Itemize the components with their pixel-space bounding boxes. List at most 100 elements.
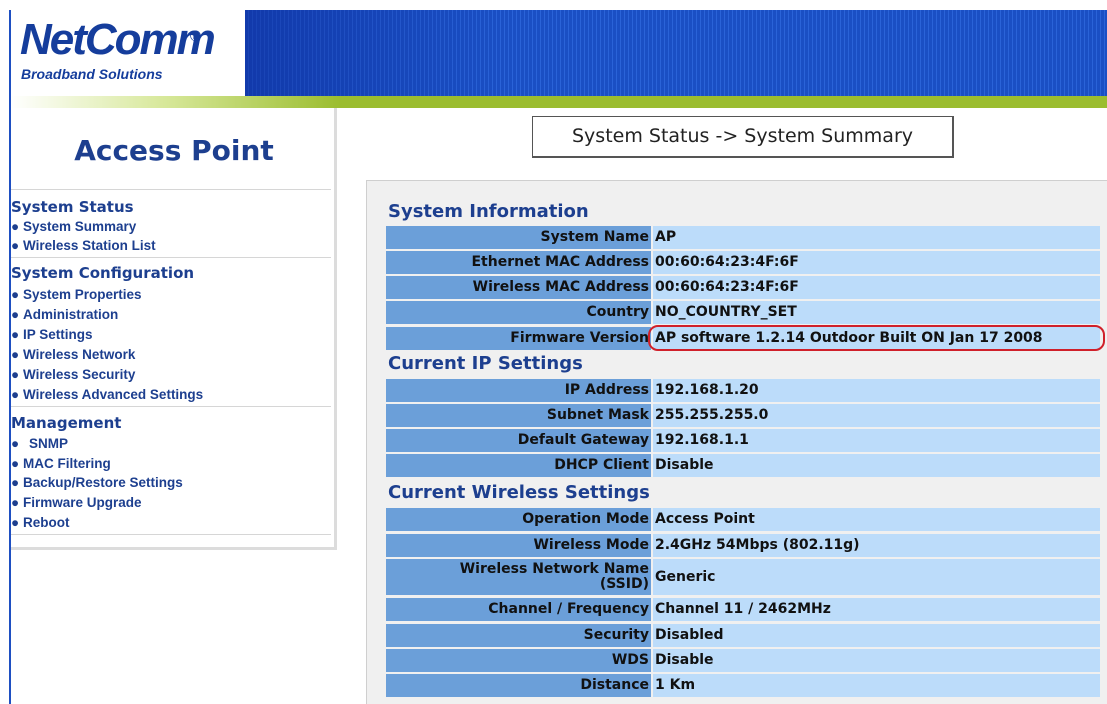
row-label: Wireless Network Name (SSID) bbox=[386, 559, 651, 595]
table-row: WDS Disable bbox=[386, 649, 1100, 672]
row-value: 00:60:64:23:4F:6F bbox=[653, 276, 1100, 299]
row-value: NO_COUNTRY_SET bbox=[653, 301, 1100, 324]
sidebar-item-wireless-advanced-settings[interactable]: ● Wireless Advanced Settings bbox=[11, 387, 203, 402]
row-value: Channel 11 / 2462MHz bbox=[653, 598, 1100, 621]
table-row: Channel / Frequency Channel 11 / 2462MHz bbox=[386, 598, 1100, 621]
row-label: Security bbox=[386, 624, 651, 647]
sidebar-item-label: Backup/Restore Settings bbox=[23, 475, 183, 490]
sidebar-item-reboot[interactable]: ● Reboot bbox=[11, 515, 70, 530]
sidebar-item-ip-settings[interactable]: ● IP Settings bbox=[11, 327, 93, 342]
sidebar-item-label: SNMP bbox=[29, 436, 69, 451]
row-label: Country bbox=[386, 301, 651, 324]
section-title-ip-settings: Current IP Settings bbox=[388, 353, 583, 374]
registered-mark: ® bbox=[190, 28, 202, 45]
sidebar-item-label: MAC Filtering bbox=[23, 456, 111, 471]
sidebar-item-wireless-network[interactable]: ● Wireless Network bbox=[11, 347, 135, 362]
bullet-icon: ● bbox=[11, 238, 20, 253]
sidebar-title: Access Point bbox=[74, 134, 274, 167]
row-value: AP bbox=[653, 226, 1100, 249]
row-label: System Name bbox=[386, 226, 651, 249]
row-label: Default Gateway bbox=[386, 429, 651, 452]
sidebar-item-mac-filtering[interactable]: ● MAC Filtering bbox=[11, 456, 111, 471]
sidebar-item-wireless-security[interactable]: ● Wireless Security bbox=[11, 367, 135, 382]
row-value: 1 Km bbox=[653, 674, 1100, 697]
row-value: 2.4GHz 54Mbps (802.11g) bbox=[653, 534, 1100, 557]
bullet-icon: ● bbox=[11, 367, 20, 382]
sidebar-item-label: Wireless Security bbox=[23, 367, 136, 382]
bullet-icon: ● bbox=[11, 456, 20, 471]
row-value: Disable bbox=[653, 454, 1100, 477]
row-value: 192.168.1.20 bbox=[653, 379, 1100, 402]
row-label: Wireless Mode bbox=[386, 534, 651, 557]
bullet-icon: ● bbox=[11, 287, 20, 302]
table-row: IP Address 192.168.1.20 bbox=[386, 379, 1100, 402]
row-label: Firmware Version bbox=[386, 327, 651, 350]
sidebar-item-system-properties[interactable]: ● System Properties bbox=[11, 287, 142, 302]
row-value: 192.168.1.1 bbox=[653, 429, 1100, 452]
table-row: Security Disabled bbox=[386, 624, 1100, 647]
bullet-icon: ● bbox=[11, 327, 20, 342]
sidebar-divider bbox=[11, 257, 331, 258]
sidebar-divider bbox=[11, 534, 331, 535]
header: NetComm ® Broadband Solutions bbox=[0, 0, 1107, 108]
row-label: Channel / Frequency bbox=[386, 598, 651, 621]
table-row: Wireless MAC Address 00:60:64:23:4F:6F bbox=[386, 276, 1100, 299]
sidebar-item-system-summary[interactable]: ● System Summary bbox=[11, 219, 136, 234]
sidebar-item-backup-restore-settings[interactable]: ● Backup/Restore Settings bbox=[11, 475, 183, 490]
row-label: Subnet Mask bbox=[386, 404, 651, 427]
table-row: Default Gateway 192.168.1.1 bbox=[386, 429, 1100, 452]
sidebar-item-label: Wireless Network bbox=[23, 347, 136, 362]
row-value: Access Point bbox=[653, 508, 1100, 531]
header-accent-bar bbox=[11, 96, 1107, 108]
row-label: Operation Mode bbox=[386, 508, 651, 531]
sidebar: Access Point System Status ● System Summa… bbox=[11, 108, 337, 550]
bullet-icon: ● bbox=[11, 515, 20, 530]
sidebar-heading-system-status: System Status bbox=[11, 198, 134, 216]
row-label-line: Wireless Network Name bbox=[459, 561, 649, 577]
table-row: Wireless Mode 2.4GHz 54Mbps (802.11g) bbox=[386, 534, 1100, 557]
sidebar-item-label: System Properties bbox=[23, 287, 142, 302]
logo-wordmark: NetComm bbox=[20, 15, 216, 64]
row-label: IP Address bbox=[386, 379, 651, 402]
section-title-wireless-settings: Current Wireless Settings bbox=[388, 482, 650, 503]
row-value: Generic bbox=[653, 559, 1100, 595]
firmware-highlight-annotation bbox=[648, 325, 1105, 351]
row-label: Distance bbox=[386, 674, 651, 697]
bullet-icon: ● bbox=[11, 219, 20, 234]
bullet-icon: ● bbox=[11, 347, 20, 362]
bullet-icon: ● bbox=[11, 436, 20, 451]
row-value: Disabled bbox=[653, 624, 1100, 647]
table-row: Country NO_COUNTRY_SET bbox=[386, 301, 1100, 324]
sidebar-item-firmware-upgrade[interactable]: ● Firmware Upgrade bbox=[11, 495, 142, 510]
row-label: Ethernet MAC Address bbox=[386, 251, 651, 274]
section-title-system-information: System Information bbox=[388, 201, 589, 222]
row-label-line: (SSID) bbox=[599, 576, 649, 592]
bullet-icon: ● bbox=[11, 307, 20, 322]
sidebar-item-label: IP Settings bbox=[23, 327, 93, 342]
sidebar-item-administration[interactable]: ● Administration bbox=[11, 307, 118, 322]
bullet-icon: ● bbox=[11, 495, 20, 510]
row-label: Wireless MAC Address bbox=[386, 276, 651, 299]
sidebar-divider bbox=[11, 189, 331, 190]
sidebar-item-label: Administration bbox=[23, 307, 119, 322]
row-label: DHCP Client bbox=[386, 454, 651, 477]
row-value: 00:60:64:23:4F:6F bbox=[653, 251, 1100, 274]
sidebar-item-label: Wireless Station List bbox=[23, 238, 156, 253]
sidebar-heading-system-configuration: System Configuration bbox=[11, 264, 195, 282]
header-banner-shade bbox=[245, 10, 1107, 96]
sidebar-item-label: System Summary bbox=[23, 219, 137, 234]
bullet-icon: ● bbox=[11, 475, 20, 490]
sidebar-item-snmp[interactable]: ● SNMP bbox=[11, 436, 68, 451]
bullet-icon: ● bbox=[11, 387, 20, 402]
table-row: Distance 1 Km bbox=[386, 674, 1100, 697]
page-title: System Status -> System Summary bbox=[532, 116, 954, 158]
table-row: Subnet Mask 255.255.255.0 bbox=[386, 404, 1100, 427]
row-value: 255.255.255.0 bbox=[653, 404, 1100, 427]
table-row: Ethernet MAC Address 00:60:64:23:4F:6F bbox=[386, 251, 1100, 274]
row-value: Disable bbox=[653, 649, 1100, 672]
sidebar-item-wireless-station-list[interactable]: ● Wireless Station List bbox=[11, 238, 156, 253]
logo-tagline: Broadband Solutions bbox=[21, 66, 163, 82]
row-label: WDS bbox=[386, 649, 651, 672]
table-row: Wireless Network Name (SSID) Generic bbox=[386, 559, 1100, 595]
sidebar-item-label: Wireless Advanced Settings bbox=[23, 387, 204, 402]
